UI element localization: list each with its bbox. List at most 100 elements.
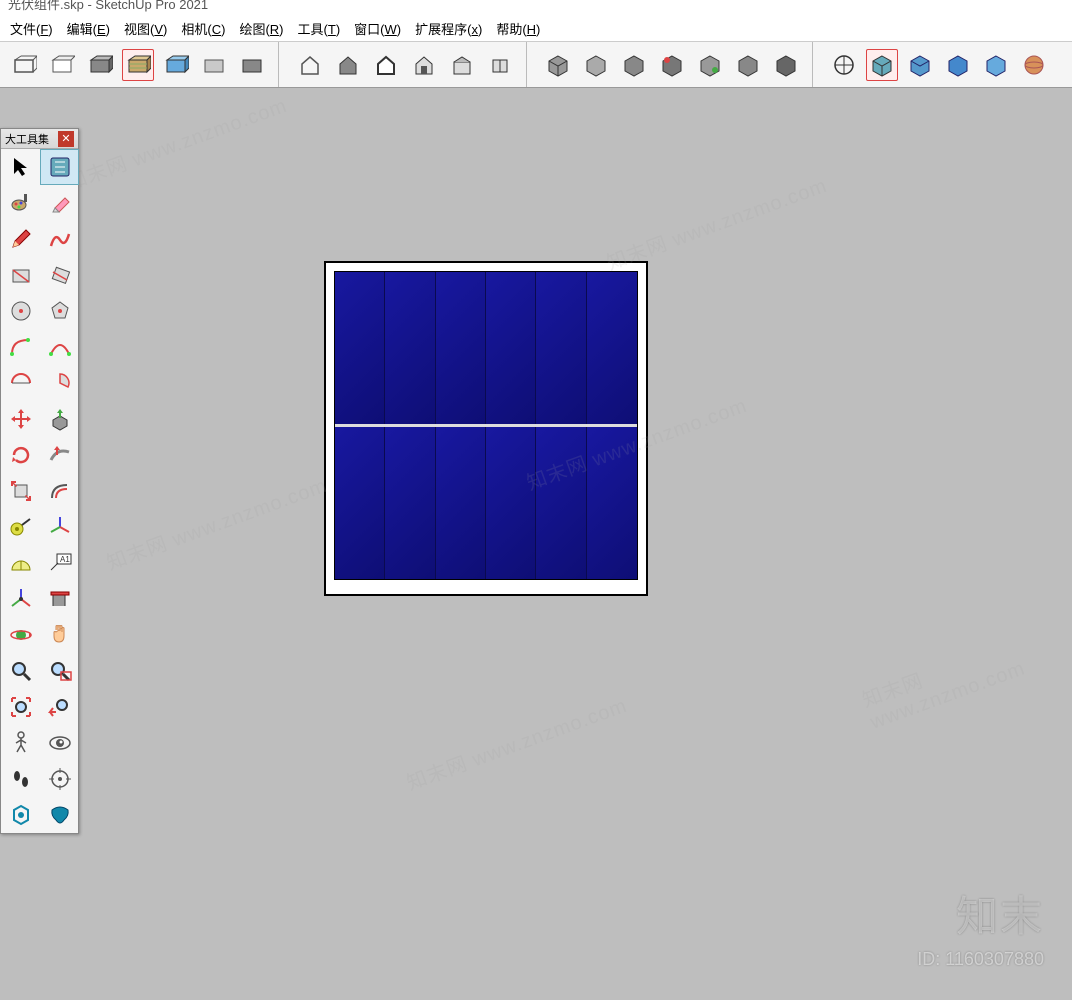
box-shaded-button[interactable] <box>84 49 116 81</box>
box-shaded-tex-button[interactable] <box>122 49 154 81</box>
tool-axes[interactable] <box>40 509 79 545</box>
house-open-button[interactable] <box>294 49 326 81</box>
tool-zoom[interactable] <box>1 653 40 689</box>
text-icon: A1 <box>47 550 73 576</box>
tool-walk[interactable] <box>1 725 40 761</box>
house-outline-button[interactable] <box>370 49 402 81</box>
cube-blue-d-button[interactable] <box>980 49 1012 81</box>
sphere-button[interactable] <box>1018 49 1050 81</box>
tool-zoom-window[interactable] <box>40 653 79 689</box>
walk-icon <box>8 730 34 756</box>
tool-text[interactable]: A1 <box>40 545 79 581</box>
tool-rotate[interactable] <box>1 437 40 473</box>
box-wire-button[interactable] <box>8 49 40 81</box>
ext-b-icon <box>47 802 73 828</box>
cube-b-button[interactable] <box>580 49 612 81</box>
tool-axes3d[interactable] <box>1 581 40 617</box>
viewport-3d[interactable]: 知末网 www.znzmo.com 知末网 www.znzmo.com 知末网 … <box>0 88 1072 1000</box>
pan-icon <box>47 622 73 648</box>
house-top-button[interactable] <box>484 49 516 81</box>
tool-arc[interactable] <box>1 329 40 365</box>
cube-f-icon <box>735 52 761 78</box>
cube-d-icon <box>659 52 685 78</box>
menu-bar: 文件(F) 编辑(E) 视图(V) 相机(C) 绘图(R) 工具(T) 窗口(W) 扩展程序(… <box>0 16 1072 42</box>
menu-e[interactable]: 编辑(E) <box>67 19 110 38</box>
axes-icon <box>47 514 73 540</box>
tool-lookaround[interactable] <box>40 725 79 761</box>
model-solar-panel[interactable] <box>324 261 648 596</box>
box-mono-button[interactable] <box>160 49 192 81</box>
box-color-icon <box>239 52 265 78</box>
tool-select[interactable] <box>1 149 40 185</box>
tool-target[interactable] <box>40 761 79 797</box>
cube-c-button[interactable] <box>618 49 650 81</box>
menu-c[interactable]: 相机(C) <box>181 19 225 38</box>
target-icon <box>47 766 73 792</box>
tool-prev-view[interactable] <box>40 689 79 725</box>
tool-footprints[interactable] <box>1 761 40 797</box>
menu-t[interactable]: 工具(T) <box>298 19 341 38</box>
eraser-icon <box>47 190 73 216</box>
box-hidden-button[interactable] <box>46 49 78 81</box>
tool-arc3[interactable] <box>1 365 40 401</box>
tool-pushpull[interactable] <box>40 401 79 437</box>
tool-tape[interactable] <box>1 509 40 545</box>
watermark-diagonal: 知末网 www.znzmo.com <box>402 689 630 796</box>
close-icon[interactable]: ✕ <box>58 131 74 147</box>
tool-ext-b[interactable] <box>40 797 79 833</box>
tool-orbit[interactable] <box>1 617 40 653</box>
menu-h[interactable]: 帮助(H) <box>496 19 540 38</box>
prev-view-icon <box>47 694 73 720</box>
tool-eraser[interactable] <box>40 185 79 221</box>
tool-freehand[interactable] <box>40 221 79 257</box>
menu-w[interactable]: 窗口(W) <box>354 19 401 38</box>
cube-blue-c-button[interactable] <box>942 49 974 81</box>
box-xray-icon <box>201 52 227 78</box>
menu-v[interactable]: 视图(V) <box>124 19 167 38</box>
tool-ext-a[interactable] <box>1 797 40 833</box>
tool-rot-rect[interactable] <box>40 257 79 293</box>
house-solid-button[interactable] <box>332 49 364 81</box>
tool-pan[interactable] <box>40 617 79 653</box>
watermark-brand: 知末 <box>956 883 1044 944</box>
house-side-button[interactable] <box>446 49 478 81</box>
tool-polygon[interactable] <box>40 293 79 329</box>
arc-icon <box>8 334 34 360</box>
house-top-icon <box>487 52 513 78</box>
watermark-diagonal: 知末网 www.znzmo.com <box>858 613 1072 734</box>
tool-select-all[interactable] <box>40 149 79 185</box>
tool-section[interactable] <box>40 581 79 617</box>
box-hidden-icon <box>49 52 75 78</box>
tool-zoom-extents[interactable] <box>1 689 40 725</box>
tool-pie[interactable] <box>40 365 79 401</box>
box-color-button[interactable] <box>236 49 268 81</box>
tool-move[interactable] <box>1 401 40 437</box>
house-front-button[interactable] <box>408 49 440 81</box>
cube-f-button[interactable] <box>732 49 764 81</box>
tool-paint[interactable] <box>1 185 40 221</box>
cube-blue-b-button[interactable] <box>904 49 936 81</box>
circle-cross-button[interactable] <box>828 49 860 81</box>
menu-x[interactable]: 扩展程序(x) <box>415 19 482 38</box>
box-xray-button[interactable] <box>198 49 230 81</box>
cube-e-button[interactable] <box>694 49 726 81</box>
cube-g-button[interactable] <box>770 49 802 81</box>
zoom-window-icon <box>47 658 73 684</box>
cube-a-button[interactable] <box>542 49 574 81</box>
watermark-id: ID: 1160307880 <box>917 949 1044 970</box>
tool-circle[interactable] <box>1 293 40 329</box>
tool-offset[interactable] <box>40 473 79 509</box>
cube-d-button[interactable] <box>656 49 688 81</box>
cube-c-icon <box>621 52 647 78</box>
tool-scale[interactable] <box>1 473 40 509</box>
tool-protractor[interactable] <box>1 545 40 581</box>
tool-followme[interactable] <box>40 437 79 473</box>
tool-arc2[interactable] <box>40 329 79 365</box>
tool-pencil[interactable] <box>1 221 40 257</box>
cube-blue-a-button[interactable] <box>866 49 898 81</box>
followme-icon <box>47 442 73 468</box>
tool-rect[interactable] <box>1 257 40 293</box>
menu-r[interactable]: 绘图(R) <box>239 19 283 38</box>
palette-header[interactable]: 大工具集 ✕ <box>1 129 78 149</box>
menu-f[interactable]: 文件(F) <box>10 19 53 38</box>
